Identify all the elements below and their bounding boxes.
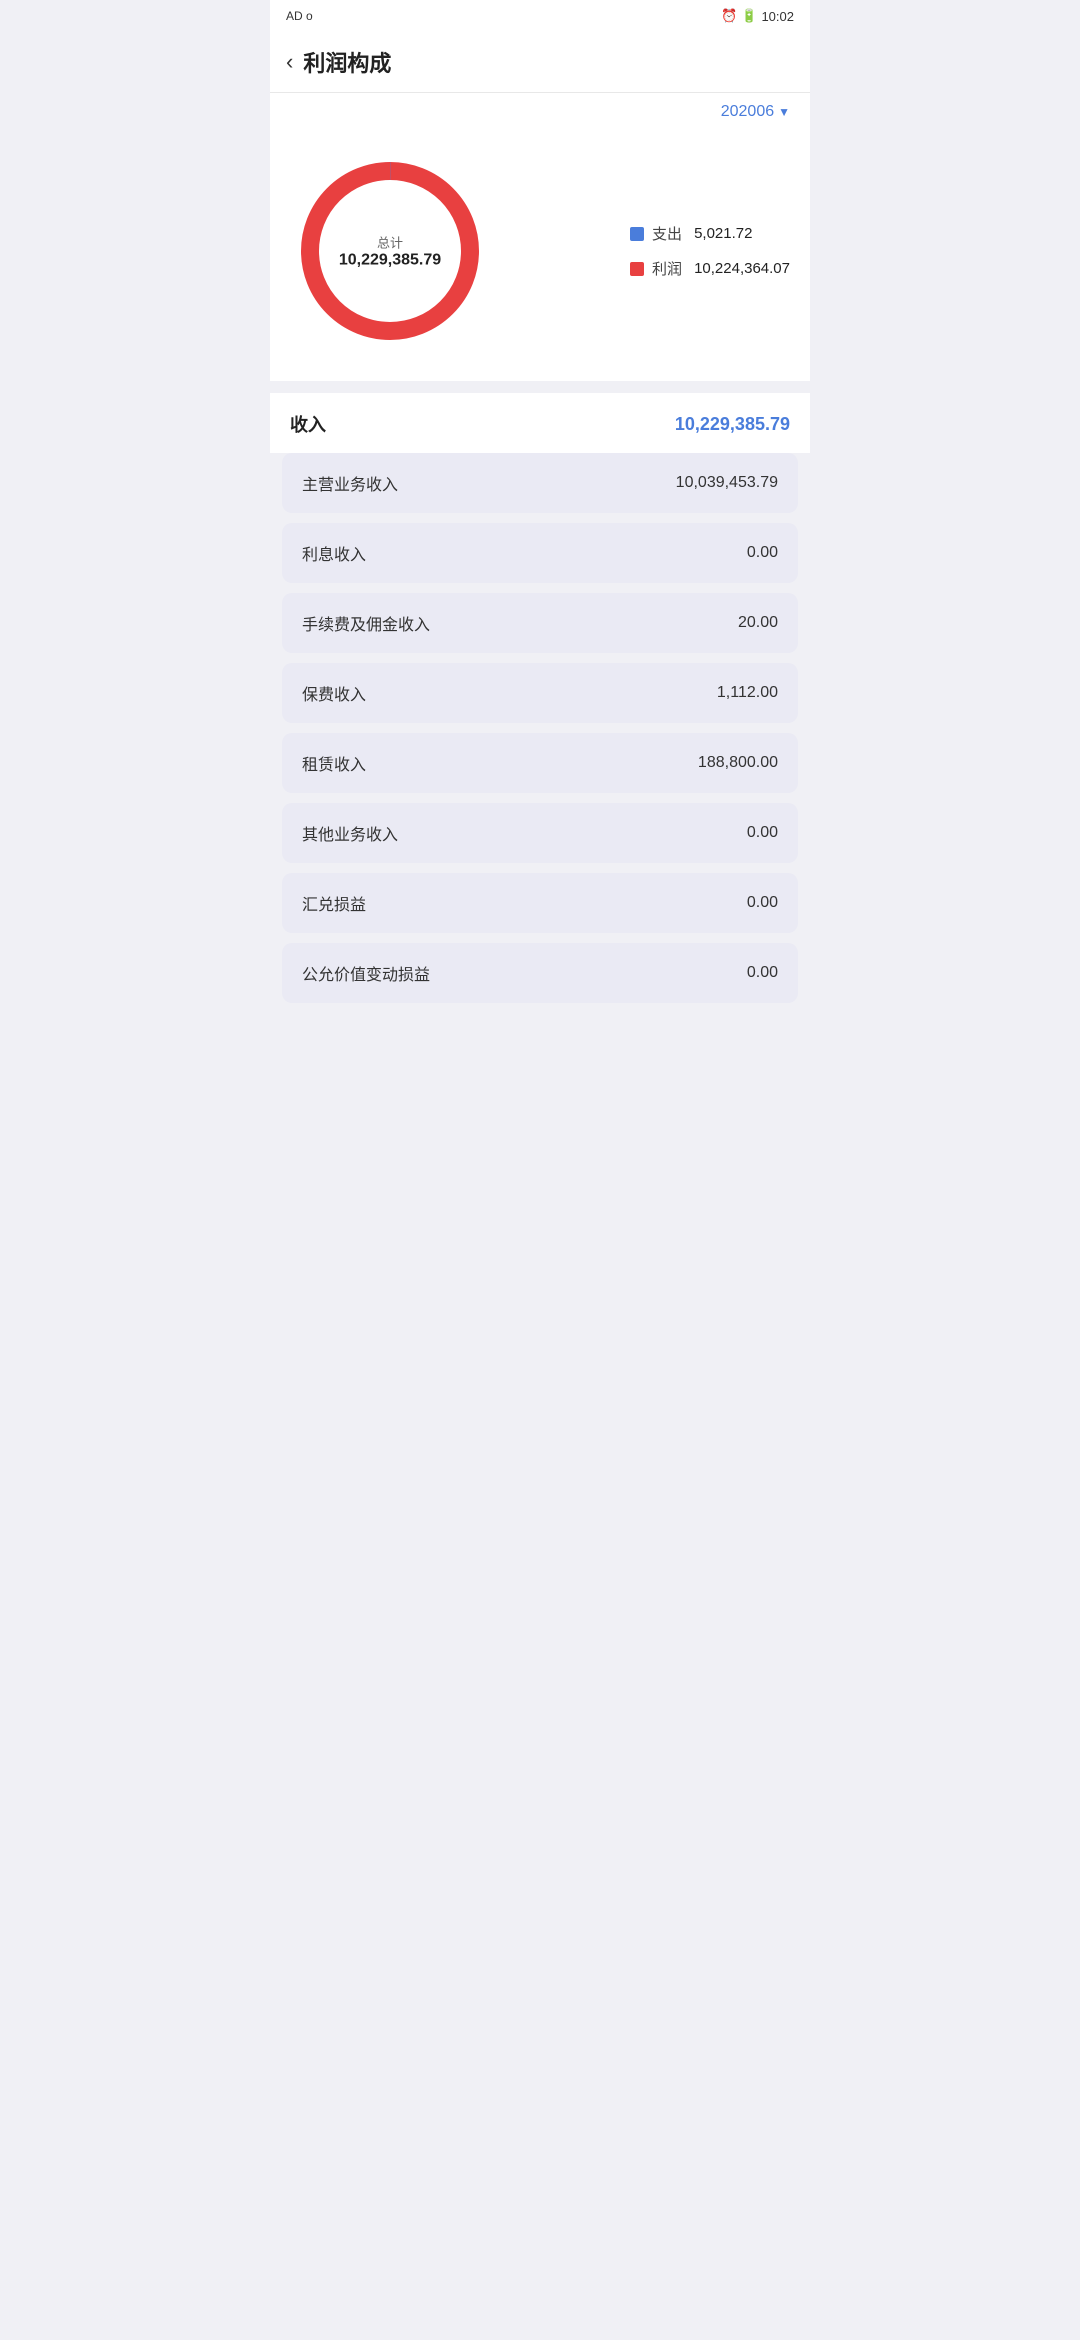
period-bar: 202006 ▼ <box>270 93 810 131</box>
income-header: 收入 10,229,385.79 <box>270 393 810 453</box>
donut-center: 总计 10,229,385.79 <box>339 233 441 270</box>
donut-label: 总计 <box>339 233 441 252</box>
income-item-label: 汇兑损益 <box>302 891 366 915</box>
chart-section: 总计 10,229,385.79 支出 5,021.72 利润 10,224,364.… <box>270 131 810 381</box>
income-item-label: 主营业务收入 <box>302 471 398 495</box>
income-item-value: 0.00 <box>747 894 778 912</box>
legend-dot-red <box>630 262 644 276</box>
status-right: ⏰ 🔋 10:02 <box>721 8 794 24</box>
legend-item-label: 支出 <box>652 223 682 244</box>
status-left-text: AD o <box>286 9 313 23</box>
income-item-label: 租赁收入 <box>302 751 366 775</box>
alarm-icon: ⏰ <box>721 8 737 24</box>
income-item-value: 10,039,453.79 <box>676 474 778 492</box>
income-item-value: 20.00 <box>738 614 778 632</box>
legend-dot-blue <box>630 227 644 241</box>
income-item-label: 公允价值变动损益 <box>302 961 430 985</box>
time-display: 10:02 <box>761 9 794 24</box>
income-item[interactable]: 租赁收入 188,800.00 <box>282 733 798 793</box>
section-divider <box>270 381 810 393</box>
battery-icon: 🔋 <box>741 8 757 24</box>
income-label: 收入 <box>290 411 326 437</box>
legend-item-amount: 5,021.72 <box>694 225 752 242</box>
donut-chart: 总计 10,229,385.79 <box>290 151 490 351</box>
chevron-down-icon: ▼ <box>778 105 790 119</box>
legend-item: 支出 5,021.72 <box>630 223 790 244</box>
legend-item-label: 利润 <box>652 258 682 279</box>
income-item[interactable]: 保费收入 1,112.00 <box>282 663 798 723</box>
income-item-label: 手续费及佣金收入 <box>302 611 430 635</box>
income-item-value: 0.00 <box>747 824 778 842</box>
income-item-label: 利息收入 <box>302 541 366 565</box>
period-selector[interactable]: 202006 ▼ <box>721 103 790 121</box>
page-title: 利润构成 <box>303 46 391 78</box>
income-item-label: 其他业务收入 <box>302 821 398 845</box>
income-item[interactable]: 利息收入 0.00 <box>282 523 798 583</box>
income-item[interactable]: 手续费及佣金收入 20.00 <box>282 593 798 653</box>
status-bar: AD o ⏰ 🔋 10:02 <box>270 0 810 32</box>
income-item-value: 0.00 <box>747 544 778 562</box>
income-item[interactable]: 主营业务收入 10,039,453.79 <box>282 453 798 513</box>
nav-bar: ‹ 利润构成 <box>270 32 810 93</box>
legend-item: 利润 10,224,364.07 <box>630 258 790 279</box>
income-total: 10,229,385.79 <box>675 414 790 435</box>
period-value: 202006 <box>721 103 774 121</box>
chart-legend: 支出 5,021.72 利润 10,224,364.07 <box>620 223 790 279</box>
income-items: 主营业务收入 10,039,453.79 利息收入 0.00 手续费及佣金收入 20.00… <box>270 453 810 1013</box>
legend-item-amount: 10,224,364.07 <box>694 260 790 277</box>
income-item[interactable]: 汇兑损益 0.00 <box>282 873 798 933</box>
income-item-value: 188,800.00 <box>698 754 778 772</box>
income-item[interactable]: 公允价值变动损益 0.00 <box>282 943 798 1003</box>
status-left: AD o <box>286 9 313 23</box>
income-item-value: 1,112.00 <box>717 684 778 702</box>
back-button[interactable]: ‹ <box>286 49 293 75</box>
income-item[interactable]: 其他业务收入 0.00 <box>282 803 798 863</box>
income-item-value: 0.00 <box>747 964 778 982</box>
income-item-label: 保费收入 <box>302 681 366 705</box>
donut-value: 10,229,385.79 <box>339 252 441 270</box>
